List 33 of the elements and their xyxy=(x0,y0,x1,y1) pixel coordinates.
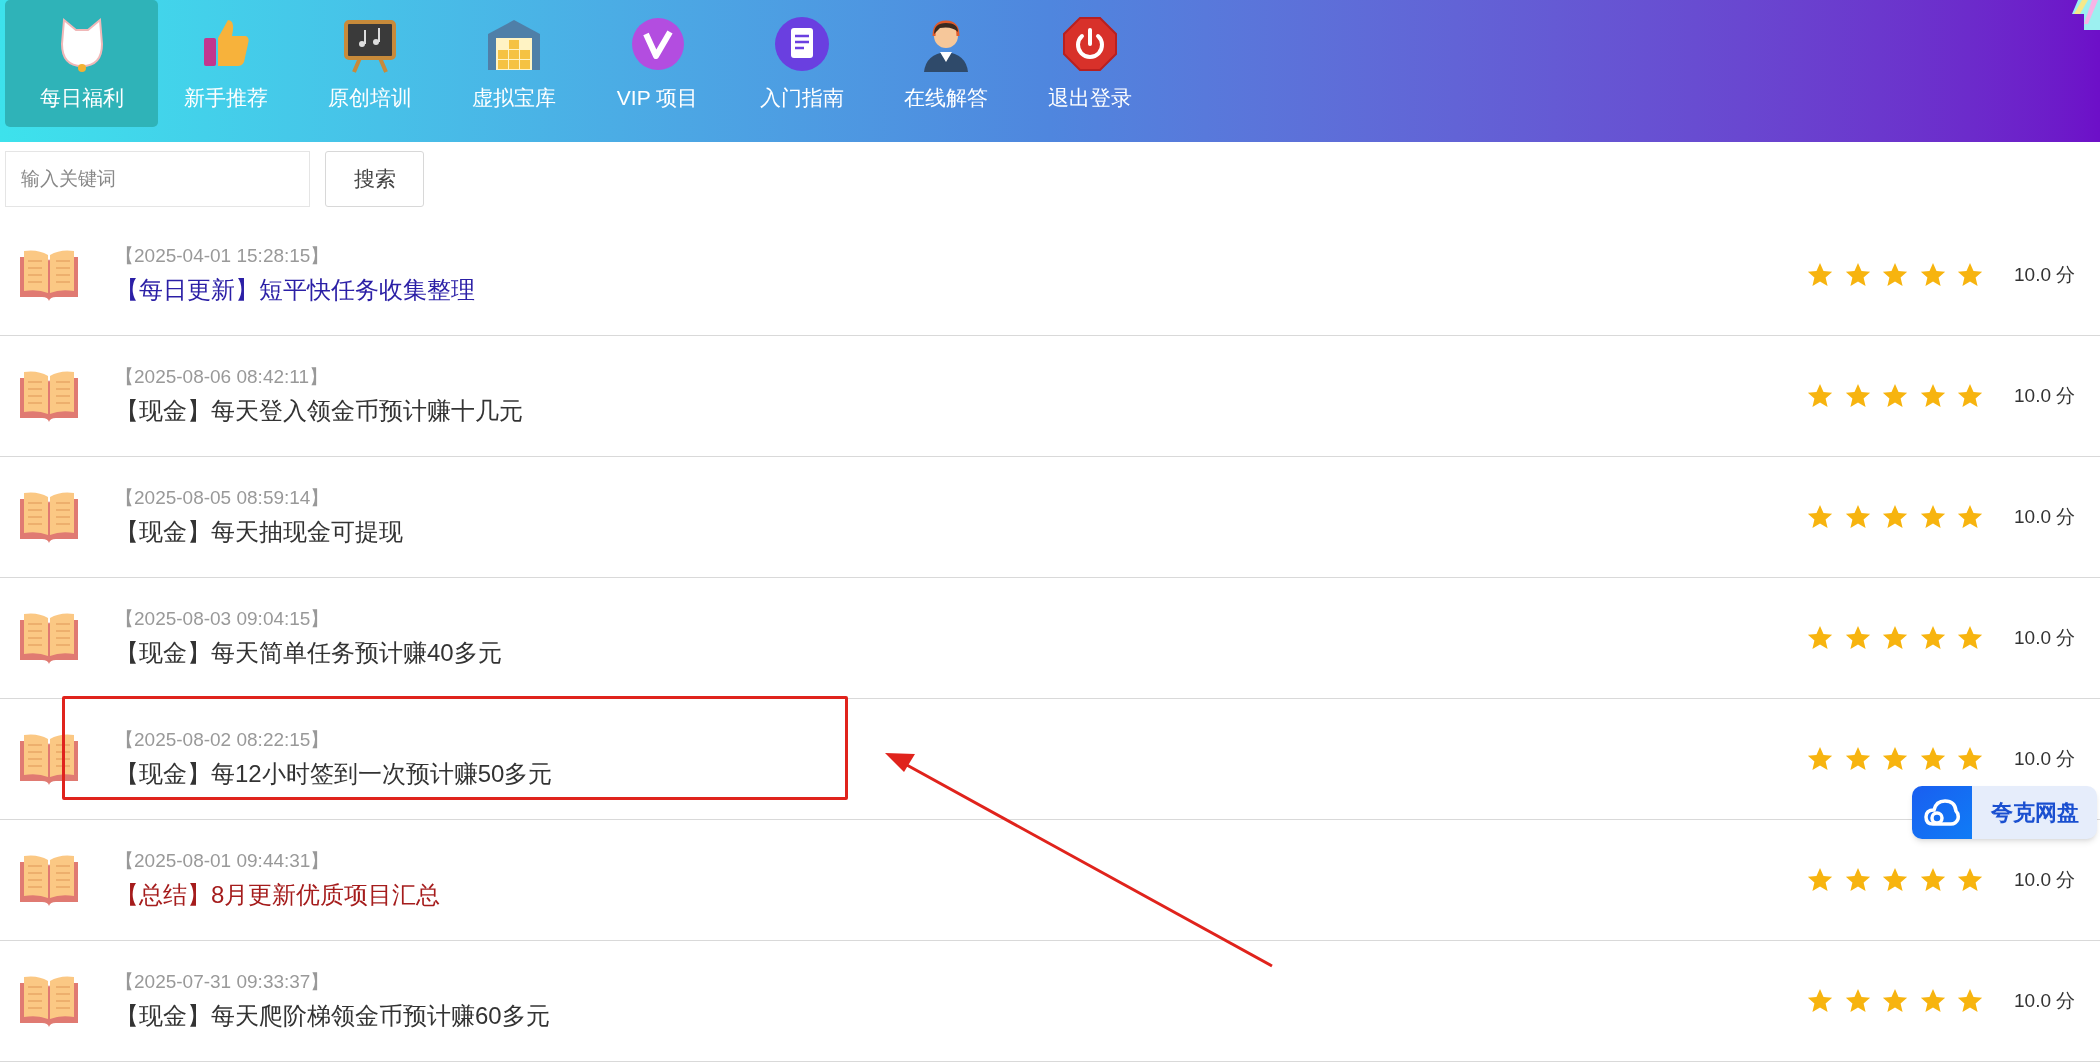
cloud-drive-widget[interactable]: 夸克网盘 xyxy=(1912,786,2097,839)
score-text: 10.0 分 xyxy=(2014,262,2077,287)
article-title-link[interactable]: 【现金】每天抽现金可提现 xyxy=(115,514,403,551)
score-text: 10.0 分 xyxy=(2014,988,2077,1013)
open-book-icon xyxy=(18,854,80,906)
article-date: 【2025-08-03 09:04:15】 xyxy=(115,606,331,631)
open-book-icon xyxy=(18,733,80,785)
article-date: 【2025-08-06 08:42:11】 xyxy=(115,364,330,389)
article-title-link[interactable]: 【现金】每12小时签到一次预计赚50多元 xyxy=(115,756,553,793)
article-title-link[interactable]: 【现金】每天登入领金币预计赚十几元 xyxy=(115,393,523,430)
article-date: 【2025-04-01 15:28:15】 xyxy=(115,243,331,268)
open-book-icon xyxy=(18,975,80,1027)
score-text: 10.0 分 xyxy=(2014,625,2077,650)
article-title-link[interactable]: 【每日更新】短平快任务收集整理 xyxy=(115,272,475,309)
score-text: 10.0 分 xyxy=(2014,383,2077,408)
article-title-link[interactable]: 【总结】8月更新优质项目汇总 xyxy=(115,877,441,914)
search-button[interactable]: 搜索 xyxy=(325,150,424,207)
search-field[interactable]: 输入关键词 xyxy=(5,150,310,207)
article-date: 【2025-07-31 09:33:37】 xyxy=(115,969,331,994)
article-title-link[interactable]: 【现金】每天简单任务预计赚40多元 xyxy=(115,635,502,672)
widget-label: 夸克网盘 xyxy=(1989,799,2080,827)
open-book-icon xyxy=(18,491,80,543)
score-text: 10.0 分 xyxy=(2014,746,2077,771)
article-title-link[interactable]: 【现金】每天爬阶梯领金币预计赚60多元 xyxy=(115,998,550,1035)
article-date: 【2025-08-01 09:44:31】 xyxy=(115,848,331,873)
open-book-icon xyxy=(18,370,80,422)
article-date: 【2025-08-02 08:22:15】 xyxy=(115,727,331,752)
cloud-icon xyxy=(1924,797,1960,828)
score-text: 10.0 分 xyxy=(2014,867,2077,892)
open-book-icon xyxy=(18,612,80,664)
article-date: 【2025-08-05 08:59:14】 xyxy=(115,485,331,510)
open-book-icon xyxy=(18,249,80,301)
score-text: 10.0 分 xyxy=(2014,504,2077,529)
